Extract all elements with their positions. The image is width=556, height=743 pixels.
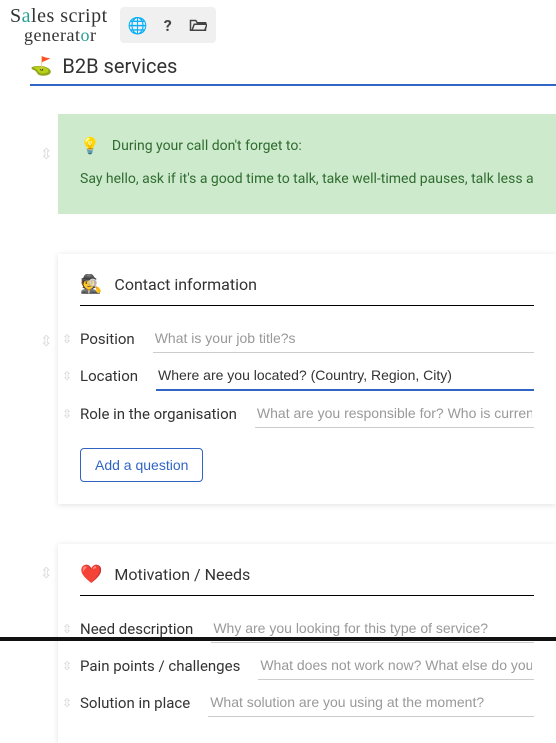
- logo: Sales script generator: [10, 6, 108, 44]
- position-input[interactable]: [153, 324, 534, 353]
- drag-handle-icon[interactable]: ⇳: [62, 369, 72, 383]
- topbar: Sales script generator 🌐 ?: [0, 0, 556, 50]
- contact-title[interactable]: Contact information: [114, 275, 257, 294]
- drag-handle-icon[interactable]: ⇳: [40, 332, 53, 350]
- globe-icon[interactable]: 🌐: [124, 11, 152, 39]
- toolbar: 🌐 ?: [120, 7, 216, 43]
- field-row: ⇳ Position: [80, 320, 534, 357]
- field-label[interactable]: Location: [80, 367, 138, 385]
- folder-open-icon[interactable]: [184, 11, 212, 39]
- page-title[interactable]: B2B services: [62, 54, 177, 78]
- field-row: ⇳ Role in the organisation: [80, 395, 534, 432]
- bottom-edge: [0, 637, 556, 641]
- page-title-row: ⛳ B2B services: [30, 50, 556, 86]
- field-row: ⇳ Pain points / challenges: [80, 647, 534, 684]
- tip-card: 💡 During your call don't forget to: Say …: [58, 114, 556, 214]
- field-label[interactable]: Solution in place: [80, 694, 190, 712]
- motivation-title[interactable]: Motivation / Needs: [114, 565, 250, 584]
- heart-icon: ❤️: [80, 564, 102, 585]
- contact-section: 🕵️ Contact information ⇳ Position ⇳ Loca…: [58, 254, 556, 504]
- field-row: ⇳ Solution in place: [80, 684, 534, 721]
- bulb-icon: 💡: [80, 136, 100, 155]
- detective-icon: 🕵️: [80, 274, 102, 295]
- help-icon[interactable]: ?: [154, 11, 182, 39]
- field-label[interactable]: Role in the organisation: [80, 405, 237, 423]
- drag-handle-icon[interactable]: ⇳: [62, 407, 72, 421]
- tip-title: During your call don't forget to:: [112, 138, 302, 154]
- drag-handle-icon[interactable]: ⇳: [62, 659, 72, 673]
- field-row: ⇳ Need description: [80, 610, 534, 647]
- tip-body[interactable]: Say hello, ask if it's a good time to ta…: [80, 171, 534, 187]
- field-label[interactable]: Position: [80, 330, 135, 348]
- drag-handle-icon[interactable]: ⇳: [62, 696, 72, 710]
- drag-handle-icon[interactable]: ⇳: [40, 145, 53, 163]
- field-label[interactable]: Need description: [80, 620, 193, 638]
- role-input[interactable]: [255, 399, 534, 428]
- location-input[interactable]: [156, 361, 534, 391]
- drag-handle-icon[interactable]: ⇳: [62, 622, 72, 636]
- pain-points-input[interactable]: [258, 651, 534, 680]
- solution-input[interactable]: [208, 688, 534, 717]
- field-label[interactable]: Pain points / challenges: [80, 657, 240, 675]
- flag-hole-icon: ⛳: [30, 56, 52, 77]
- add-question-button[interactable]: Add a question: [80, 448, 203, 482]
- field-row: ⇳ Location: [80, 357, 534, 395]
- drag-handle-icon[interactable]: ⇳: [62, 332, 72, 346]
- motivation-section: ❤️ Motivation / Needs ⇳ Need description…: [58, 544, 556, 743]
- drag-handle-icon[interactable]: ⇳: [40, 564, 53, 582]
